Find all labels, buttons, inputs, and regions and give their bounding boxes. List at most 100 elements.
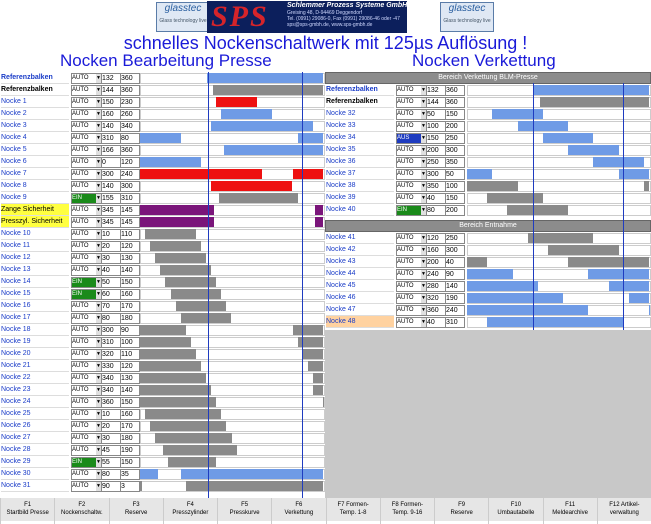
end-angle-input[interactable]: 170: [120, 301, 140, 312]
end-angle-input[interactable]: 120: [120, 241, 140, 252]
mode-select[interactable]: AUTO ▼: [396, 181, 426, 192]
start-angle-input[interactable]: 280: [426, 281, 446, 292]
end-angle-input[interactable]: 150: [445, 109, 465, 120]
start-angle-input[interactable]: 144: [426, 97, 446, 108]
mode-select[interactable]: AUTO ▼: [396, 233, 426, 244]
mode-select[interactable]: AUTO ▼: [71, 409, 101, 420]
end-angle-input[interactable]: 35: [120, 469, 140, 480]
start-angle-input[interactable]: 340: [101, 373, 121, 384]
mode-select[interactable]: AUTO ▼: [71, 253, 101, 264]
mode-select[interactable]: EIN ▼: [396, 205, 426, 216]
mode-select[interactable]: AUTO ▼: [396, 245, 426, 256]
end-angle-input[interactable]: 145: [120, 205, 140, 216]
start-angle-input[interactable]: 200: [426, 257, 446, 268]
start-angle-input[interactable]: 300: [101, 169, 121, 180]
start-angle-input[interactable]: 320: [426, 293, 446, 304]
end-angle-input[interactable]: 160: [120, 289, 140, 300]
mode-select[interactable]: AUTO ▼: [71, 121, 101, 132]
start-angle-input[interactable]: 310: [101, 133, 121, 144]
end-angle-input[interactable]: 150: [120, 457, 140, 468]
start-angle-input[interactable]: 200: [426, 145, 446, 156]
mode-select[interactable]: AUTO ▼: [396, 157, 426, 168]
end-angle-input[interactable]: 300: [445, 145, 465, 156]
mode-select[interactable]: AUTO ▼: [396, 193, 426, 204]
start-angle-input[interactable]: 30: [101, 433, 121, 444]
mode-select[interactable]: AUTO ▼: [71, 169, 101, 180]
start-angle-input[interactable]: 345: [101, 217, 121, 228]
end-angle-input[interactable]: 200: [445, 121, 465, 132]
mode-select[interactable]: AUTO ▼: [71, 349, 101, 360]
mode-select[interactable]: EIN ▼: [71, 277, 101, 288]
start-angle-input[interactable]: 300: [101, 325, 121, 336]
start-angle-input[interactable]: 90: [101, 481, 121, 492]
mode-select[interactable]: AUTO ▼: [71, 313, 101, 324]
start-angle-input[interactable]: 320: [101, 349, 121, 360]
mode-select[interactable]: AUTO ▼: [396, 317, 426, 328]
start-angle-input[interactable]: 360: [426, 305, 446, 316]
function-key-10[interactable]: F10 Umbautabelle: [488, 498, 542, 524]
end-angle-input[interactable]: 180: [120, 313, 140, 324]
end-angle-input[interactable]: 110: [120, 229, 140, 240]
end-angle-input[interactable]: 80: [120, 133, 140, 144]
end-angle-input[interactable]: 360: [120, 145, 140, 156]
mode-select[interactable]: AUTO ▼: [71, 205, 101, 216]
start-angle-input[interactable]: 40: [426, 193, 446, 204]
start-angle-input[interactable]: 140: [101, 121, 121, 132]
function-key-3[interactable]: F3 Reserve: [108, 498, 163, 524]
start-angle-input[interactable]: 60: [101, 289, 121, 300]
end-angle-input[interactable]: 150: [120, 277, 140, 288]
function-key-1[interactable]: F1 Startbild Presse: [0, 498, 54, 524]
end-angle-input[interactable]: 360: [120, 85, 140, 96]
start-angle-input[interactable]: 150: [101, 97, 121, 108]
start-angle-input[interactable]: 10: [101, 229, 121, 240]
start-angle-input[interactable]: 140: [101, 181, 121, 192]
start-angle-input[interactable]: 144: [101, 85, 121, 96]
start-angle-input[interactable]: 360: [101, 397, 121, 408]
function-key-5[interactable]: F5 Presskurve: [217, 498, 271, 524]
function-key-9[interactable]: F9 Reserve: [434, 498, 488, 524]
end-angle-input[interactable]: 3: [120, 481, 140, 492]
end-angle-input[interactable]: 240: [120, 169, 140, 180]
mode-select[interactable]: AUTO ▼: [71, 109, 101, 120]
start-angle-input[interactable]: 166: [101, 145, 121, 156]
mode-select[interactable]: AUTO ▼: [71, 445, 101, 456]
start-angle-input[interactable]: 40: [426, 317, 446, 328]
end-angle-input[interactable]: 170: [120, 421, 140, 432]
function-key-4[interactable]: F4 Presszylinder: [162, 498, 217, 524]
end-angle-input[interactable]: 260: [120, 109, 140, 120]
mode-select[interactable]: AUTO ▼: [71, 97, 101, 108]
end-angle-input[interactable]: 110: [120, 349, 140, 360]
end-angle-input[interactable]: 150: [120, 397, 140, 408]
mode-select[interactable]: AUTO ▼: [396, 257, 426, 268]
start-angle-input[interactable]: 70: [101, 301, 121, 312]
start-angle-input[interactable]: 120: [426, 233, 446, 244]
start-angle-input[interactable]: 40: [101, 265, 121, 276]
start-angle-input[interactable]: 0: [101, 157, 121, 168]
mode-select[interactable]: AUTO ▼: [71, 433, 101, 444]
end-angle-input[interactable]: 340: [120, 121, 140, 132]
end-angle-input[interactable]: 90: [445, 269, 465, 280]
mode-select[interactable]: AUTO ▼: [71, 301, 101, 312]
mode-select[interactable]: AUS ▼: [396, 133, 426, 144]
function-key-2[interactable]: F2 Nockenschaltw.: [54, 498, 108, 524]
mode-select[interactable]: AUTO ▼: [71, 145, 101, 156]
mode-select[interactable]: AUTO ▼: [71, 85, 101, 96]
mode-select[interactable]: AUTO ▼: [396, 109, 426, 120]
start-angle-input[interactable]: 55: [101, 457, 121, 468]
start-angle-input[interactable]: 80: [101, 469, 121, 480]
mode-select[interactable]: AUTO ▼: [396, 169, 426, 180]
mode-select[interactable]: AUTO ▼: [396, 97, 426, 108]
start-angle-input[interactable]: 80: [426, 205, 446, 216]
start-angle-input[interactable]: 30: [101, 253, 121, 264]
mode-select[interactable]: AUTO ▼: [71, 217, 101, 228]
mode-select[interactable]: EIN ▼: [71, 289, 101, 300]
mode-select[interactable]: AUTO ▼: [71, 397, 101, 408]
end-angle-input[interactable]: 360: [445, 97, 465, 108]
end-angle-input[interactable]: 200: [445, 205, 465, 216]
mode-select[interactable]: AUTO ▼: [396, 121, 426, 132]
end-angle-input[interactable]: 100: [445, 181, 465, 192]
start-angle-input[interactable]: 50: [101, 277, 121, 288]
mode-select[interactable]: AUTO ▼: [71, 157, 101, 168]
end-angle-input[interactable]: 240: [445, 305, 465, 316]
end-angle-input[interactable]: 140: [120, 385, 140, 396]
